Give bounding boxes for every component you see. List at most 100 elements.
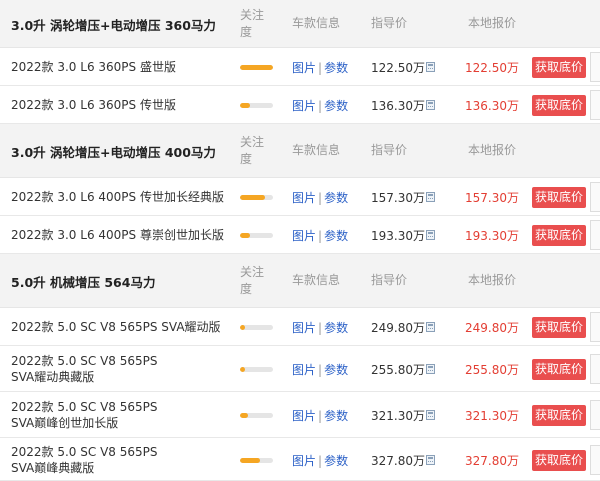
attention-bar (240, 457, 273, 463)
link-separator: | (318, 229, 323, 243)
params-link[interactable]: 参数 (324, 191, 348, 205)
guide-price: 157.30万 (371, 191, 425, 205)
adjacent-panel-edge (590, 52, 600, 82)
model-name[interactable]: 2022款 3.0 L6 400PS 传世加长经典版 (11, 189, 236, 205)
table-row: 2022款 3.0 L6 360PS 传世版 图片 | 参数 136.30万 136.30… (0, 86, 600, 124)
params-link[interactable]: 参数 (324, 229, 348, 243)
local-price: 321.30万 (465, 409, 519, 423)
local-price-header: 本地报价 (468, 16, 517, 30)
adjacent-panel-edge (590, 90, 600, 120)
get-lowest-price-button[interactable]: 获取底价 (532, 225, 586, 246)
model-name[interactable]: 2022款 3.0 L6 360PS 传世版 (11, 97, 236, 113)
pics-link[interactable]: 图片 (292, 321, 316, 335)
local-price: 157.30万 (465, 191, 519, 205)
calculator-icon[interactable] (426, 322, 435, 332)
table-row: 2022款 5.0 SC V8 565PS SVA耀动典藏版 图片 | 参数 255.8… (0, 346, 600, 392)
get-lowest-price-button[interactable]: 获取底价 (532, 57, 586, 78)
params-link[interactable]: 参数 (324, 321, 348, 335)
link-separator: | (318, 191, 323, 205)
link-separator: | (318, 409, 323, 423)
pics-link[interactable]: 图片 (292, 99, 316, 113)
attention-bar-fill (240, 103, 250, 108)
adjacent-panel-edge (590, 400, 600, 430)
pics-link[interactable]: 图片 (292, 191, 316, 205)
link-separator: | (318, 453, 323, 468)
attention-bar-fill (240, 413, 249, 418)
table-row: 2022款 5.0 SC V8 565PS SVA耀动版 图片 | 参数 249.80万… (0, 308, 600, 346)
group-header: 5.0升 机械增压 564马力 关注度 车款信息 指导价 本地报价 (0, 254, 600, 308)
params-link[interactable]: 参数 (324, 99, 348, 113)
table-row: 2022款 3.0 L6 360PS 盛世版 图片 | 参数 122.50万 122.50… (0, 48, 600, 86)
local-price: 193.30万 (465, 229, 519, 243)
group-title: 3.0升 涡轮增压+电动增压 400马力 (11, 145, 216, 160)
calculator-icon[interactable] (426, 364, 435, 374)
calculator-icon[interactable] (426, 62, 435, 72)
params-link[interactable]: 参数 (324, 409, 348, 423)
table-row: 2022款 3.0 L6 400PS 尊崇创世加长版 图片 | 参数 193.30万 19… (0, 216, 600, 254)
guide-price: 327.80万 (371, 453, 425, 468)
adjacent-panel-edge (590, 182, 600, 212)
attention-header: 关注度 (240, 265, 265, 296)
group-header: 3.0升 涡轮增压+电动增压 400马力 关注度 车款信息 指导价 本地报价 (0, 124, 600, 178)
calculator-icon[interactable] (426, 454, 435, 465)
local-price-header: 本地报价 (468, 143, 517, 157)
get-lowest-price-button[interactable]: 获取底价 (532, 95, 586, 116)
adjacent-panel-edge (590, 312, 600, 342)
row-links: 图片 | 参数 (292, 189, 348, 206)
row-links: 图片 | 参数 (292, 407, 348, 424)
pics-link[interactable]: 图片 (292, 229, 316, 243)
params-link[interactable]: 参数 (324, 363, 348, 377)
local-price: 122.50万 (465, 61, 519, 75)
group-title: 5.0升 机械增压 564马力 (11, 275, 156, 290)
attention-bar (240, 103, 273, 108)
attention-bar (240, 413, 273, 418)
model-name[interactable]: 2022款 5.0 SC V8 565PS SVA巅峰创世加长版 (11, 399, 161, 431)
table-row: 2022款 3.0 L6 400PS 传世加长经典版 图片 | 参数 157.30万 15… (0, 178, 600, 216)
get-lowest-price-button[interactable]: 获取底价 (532, 187, 586, 208)
attention-bar-fill (240, 65, 273, 70)
attention-bar (240, 325, 273, 330)
attention-bar (240, 367, 273, 372)
get-lowest-price-button[interactable]: 获取底价 (532, 359, 586, 380)
guide-price-header: 指导价 (371, 16, 408, 30)
calculator-icon[interactable] (426, 230, 435, 240)
calculator-icon[interactable] (426, 410, 435, 420)
attention-header: 关注度 (240, 135, 265, 166)
get-lowest-price-button[interactable]: 获取底价 (532, 405, 586, 426)
params-link[interactable]: 参数 (324, 454, 348, 468)
get-lowest-price-button[interactable]: 获取底价 (532, 449, 586, 471)
local-price: 255.80万 (465, 363, 519, 377)
guide-price: 249.80万 (371, 321, 425, 335)
pics-link[interactable]: 图片 (292, 61, 316, 75)
pics-link[interactable]: 图片 (292, 363, 316, 377)
pics-link[interactable]: 图片 (292, 454, 316, 468)
attention-bar-fill (240, 195, 265, 200)
model-name[interactable]: 2022款 5.0 SC V8 565PS SVA巅峰典藏版 (11, 444, 161, 476)
attention-bar (240, 233, 273, 238)
get-lowest-price-button[interactable]: 获取底价 (532, 317, 586, 338)
model-name[interactable]: 2022款 3.0 L6 400PS 尊崇创世加长版 (11, 227, 236, 243)
calculator-icon[interactable] (426, 192, 435, 202)
info-header: 车款信息 (292, 273, 341, 287)
model-name[interactable]: 2022款 5.0 SC V8 565PS SVA耀动典藏版 (11, 353, 161, 385)
attention-bar-fill (240, 325, 245, 330)
attention-bar-fill (240, 233, 250, 238)
local-price: 136.30万 (465, 99, 519, 113)
row-links: 图片 | 参数 (292, 227, 348, 244)
row-links: 图片 | 参数 (292, 97, 348, 114)
attention-bar-fill (240, 457, 260, 463)
model-name[interactable]: 2022款 5.0 SC V8 565PS SVA耀动版 (11, 319, 236, 335)
attention-header: 关注度 (240, 8, 265, 39)
pics-link[interactable]: 图片 (292, 409, 316, 423)
row-links: 图片 | 参数 (292, 361, 348, 378)
model-name[interactable]: 2022款 3.0 L6 360PS 盛世版 (11, 59, 236, 75)
info-header: 车款信息 (292, 143, 341, 157)
adjacent-panel-edge (590, 354, 600, 384)
calculator-icon[interactable] (426, 100, 435, 110)
group-header: 3.0升 涡轮增压+电动增压 360马力 关注度 车款信息 指导价 本地报价 (0, 0, 600, 48)
link-separator: | (318, 99, 323, 113)
local-price-header: 本地报价 (468, 273, 517, 287)
params-link[interactable]: 参数 (324, 61, 348, 75)
guide-price-header: 指导价 (371, 143, 408, 157)
guide-price: 255.80万 (371, 363, 425, 377)
